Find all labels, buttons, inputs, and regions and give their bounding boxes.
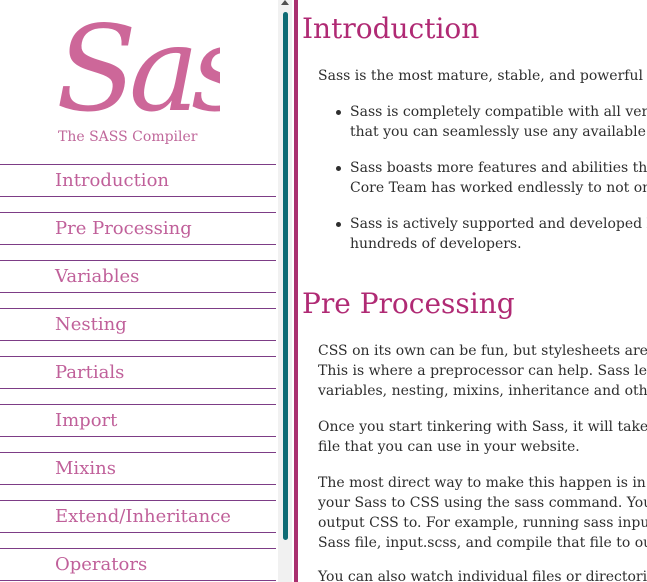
bullet-line: that you can seamlessly use any availabl… [350,124,647,140]
nav-item-nesting[interactable]: Nesting [0,308,276,341]
main-content: Introduction Sass is the most mature, st… [298,0,647,582]
bullet-line: hundreds of developers. [350,236,522,252]
bullet-dot [336,110,341,115]
section-title-introduction: Introduction [302,12,480,45]
bullet-line: Sass is actively supported and developed… [350,216,647,232]
paragraph-line: file that you can use in your website. [318,439,580,455]
paragraph-line: The most direct way to make this happen … [318,475,647,491]
tagline: The SASS Compiler [58,129,198,145]
section-title-pre-processing: Pre Processing [302,287,515,320]
paragraph-line: variables, nesting, mixins, inheritance … [318,383,647,399]
nav-item-label: Partials [55,362,125,383]
nav-item-label: Mixins [55,458,116,479]
nav-item-label: Operators [55,554,148,575]
bullet-line: Sass boasts more features and abilities … [350,160,647,176]
nav-item-introduction[interactable]: Introduction [0,164,276,197]
nav-item-label: Nesting [55,314,127,335]
sidebar-nav: Introduction Pre Processing Variables Ne… [0,164,276,582]
svg-text:Sass: Sass [56,2,220,126]
paragraph-line: output CSS to. For example, running sass… [318,515,647,531]
bullet-dot [336,222,341,227]
nav-item-mixins[interactable]: Mixins [0,452,276,485]
nav-item-label: Extend/Inheritance [55,506,231,527]
paragraph-line: This is where a preprocessor can help. S… [318,363,647,379]
sidebar-scrollbar[interactable] [278,0,292,582]
bullet-dot [336,166,341,171]
paragraph-line: Sass file, input.scss, and compile that … [318,535,647,551]
scroll-up-arrow-icon[interactable] [281,0,289,5]
nav-item-operators[interactable]: Operators [0,548,276,581]
bullet-line: Core Team has worked endlessly to not on… [350,180,647,196]
paragraph-line: You can also watch individual files or d… [318,569,647,582]
intro-paragraph: Sass is the most mature, stable, and pow… [318,68,647,84]
paragraph-line: your Sass to CSS using the sass command.… [318,495,647,511]
nav-item-partials[interactable]: Partials [0,356,276,389]
nav-item-label: Pre Processing [55,218,192,239]
paragraph-line: Once you start tinkering with Sass, it w… [318,419,647,435]
sass-logo: Sass [56,2,220,126]
paragraph-line: CSS on its own can be fun, but styleshee… [318,343,647,359]
bullet-line: Sass is completely compatible with all v… [350,104,647,120]
scrollbar-thumb[interactable] [283,12,288,540]
nav-item-label: Variables [55,266,140,287]
sidebar: Sass The SASS Compiler Introduction Pre … [0,0,276,582]
nav-item-extend-inheritance[interactable]: Extend/Inheritance [0,500,276,533]
nav-item-variables[interactable]: Variables [0,260,276,293]
nav-item-import[interactable]: Import [0,404,276,437]
nav-item-pre-processing[interactable]: Pre Processing [0,212,276,245]
nav-item-label: Introduction [55,170,169,191]
nav-item-label: Import [55,410,118,431]
